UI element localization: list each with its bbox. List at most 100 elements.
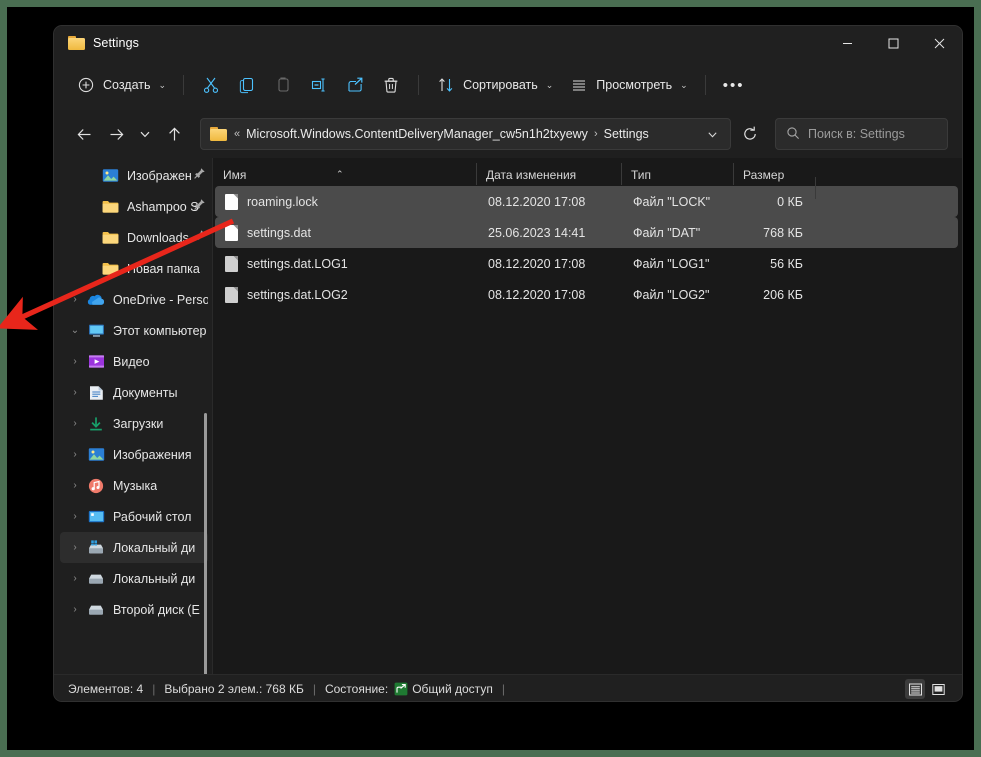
- chevron-right-icon[interactable]: ›: [64, 568, 86, 590]
- up-button[interactable]: [158, 118, 190, 150]
- sidebar-item-13[interactable]: › Локальный ди: [60, 563, 208, 594]
- column-header-modified[interactable]: Дата изменения: [476, 163, 621, 185]
- sidebar-item-7[interactable]: › Документы: [60, 377, 208, 408]
- pin-icon[interactable]: [193, 167, 206, 185]
- large-icons-view-button[interactable]: [928, 679, 948, 699]
- close-button[interactable]: [916, 26, 962, 60]
- folder-icon: [210, 127, 227, 141]
- new-button[interactable]: Создать ⌄: [68, 69, 174, 101]
- maximize-button[interactable]: [870, 26, 916, 60]
- sort-button[interactable]: Сортировать ⌄: [428, 69, 561, 101]
- share-button[interactable]: [337, 69, 373, 101]
- file-type-cell: Файл "LOCK": [633, 194, 711, 209]
- details-view-button[interactable]: [905, 679, 925, 699]
- copy-button[interactable]: [229, 69, 265, 101]
- view-button[interactable]: Просмотреть ⌄: [561, 69, 695, 101]
- list-view-icon: [569, 75, 589, 95]
- pictures-icon: [100, 166, 120, 186]
- delete-button[interactable]: [373, 69, 409, 101]
- sidebar-item-5[interactable]: ⌄ Этот компьютер: [60, 315, 208, 346]
- column-header-name[interactable]: Имя ⌃: [213, 168, 476, 182]
- pin-icon[interactable]: [193, 229, 206, 247]
- chevron-right-icon[interactable]: ›: [64, 413, 86, 435]
- toolbar-divider-3: [704, 75, 706, 95]
- drive-icon: [86, 569, 106, 589]
- trash-icon: [381, 75, 401, 95]
- file-icon: [225, 286, 238, 303]
- paste-button[interactable]: [265, 69, 301, 101]
- sidebar-item-label: Изображен: [127, 168, 192, 183]
- address-bar-actions: [700, 122, 724, 146]
- table-row[interactable]: roaming.lock 08.12.2020 17:08 Файл "LOCK" 0…: [215, 186, 958, 217]
- sort-icon: [436, 75, 456, 95]
- file-list-pane: Имя ⌃ Дата изменения Тип Размер roaming.…: [212, 158, 962, 674]
- rename-button[interactable]: [301, 69, 337, 101]
- search-input[interactable]: Поиск в: Settings: [775, 118, 948, 150]
- rename-icon: [309, 75, 329, 95]
- pictures-icon: [86, 445, 106, 465]
- chevron-down-icon[interactable]: ⌄: [64, 320, 86, 342]
- toolbar-divider-2: [418, 75, 420, 95]
- sidebar-item-0[interactable]: Изображен: [60, 160, 208, 191]
- window-title: Settings: [93, 36, 139, 50]
- sidebar-item-label: Локальный ди: [113, 571, 196, 586]
- table-row[interactable]: settings.dat 25.06.2023 14:41 Файл "DAT" 76…: [215, 217, 958, 248]
- address-bar[interactable]: « Microsoft.Windows.ContentDeliveryManag…: [200, 118, 731, 150]
- chevron-right-icon[interactable]: ›: [64, 599, 86, 621]
- navigation-scrollbar[interactable]: [204, 413, 207, 674]
- column-header-size[interactable]: Размер: [733, 163, 815, 185]
- file-icon: [225, 193, 238, 210]
- address-dropdown-button[interactable]: [700, 122, 724, 146]
- sidebar-item-label: Downloads: [127, 230, 189, 245]
- chevron-right-icon[interactable]: ›: [64, 382, 86, 404]
- sidebar-item-8[interactable]: › Загрузки: [60, 408, 208, 439]
- sidebar-item-10[interactable]: › Музыка: [60, 470, 208, 501]
- sidebar-item-12[interactable]: › Локальный ди: [60, 532, 208, 563]
- navigation-list: Изображен Ashampoo S Downloads Новая папка ›…: [54, 160, 212, 625]
- breadcrumb-item-settings[interactable]: Settings: [604, 127, 649, 141]
- desktop-icon: [86, 507, 106, 527]
- pin-icon[interactable]: [193, 198, 206, 216]
- column-header-type[interactable]: Тип: [621, 163, 733, 185]
- sidebar-item-2[interactable]: Downloads: [60, 222, 208, 253]
- sidebar-item-6[interactable]: › Видео: [60, 346, 208, 377]
- share-icon: [345, 75, 365, 95]
- windows-drive-icon: [86, 538, 106, 558]
- chevron-right-icon[interactable]: ›: [64, 289, 86, 311]
- cut-button[interactable]: [193, 69, 229, 101]
- chevron-right-icon[interactable]: ›: [64, 351, 86, 373]
- sidebar-item-11[interactable]: › Рабочий стол: [60, 501, 208, 532]
- folder-icon: [100, 228, 120, 248]
- more-options-button[interactable]: •••: [715, 69, 753, 101]
- sidebar-item-3[interactable]: Новая папка: [60, 253, 208, 284]
- thispc-icon: [86, 321, 106, 341]
- chevron-right-icon[interactable]: ›: [64, 537, 86, 559]
- chevron-right-icon[interactable]: ›: [64, 506, 86, 528]
- sidebar-item-9[interactable]: › Изображения: [60, 439, 208, 470]
- sidebar-item-4[interactable]: › OneDrive - Perso: [60, 284, 208, 315]
- breadcrumb-overflow[interactable]: «: [234, 128, 240, 140]
- table-row[interactable]: settings.dat.LOG2 08.12.2020 17:08 Файл "L…: [215, 279, 958, 310]
- sidebar-item-label: Новая папка: [127, 261, 200, 276]
- table-row[interactable]: settings.dat.LOG1 08.12.2020 17:08 Файл "L…: [215, 248, 958, 279]
- sidebar-item-label: Музыка: [113, 478, 158, 493]
- chevron-right-icon[interactable]: ›: [64, 444, 86, 466]
- file-size-cell: 768 КБ: [763, 225, 803, 240]
- recent-locations-button[interactable]: [132, 118, 158, 150]
- forward-button[interactable]: [100, 118, 132, 150]
- sidebar-item-14[interactable]: › Второй диск (E: [60, 594, 208, 625]
- column-headers: Имя ⌃ Дата изменения Тип Размер: [213, 158, 962, 199]
- back-button[interactable]: [68, 118, 100, 150]
- window-controls: [824, 26, 962, 60]
- sidebar-item-1[interactable]: Ashampoo S: [60, 191, 208, 222]
- state-value: Общий доступ: [412, 682, 493, 696]
- new-button-label: Создать: [103, 78, 151, 92]
- refresh-button[interactable]: [735, 119, 765, 149]
- minimize-button[interactable]: [824, 26, 870, 60]
- chevron-right-icon[interactable]: ›: [64, 475, 86, 497]
- breadcrumb-item-package[interactable]: Microsoft.Windows.ContentDeliveryManager…: [246, 127, 588, 141]
- sidebar-item-label: Изображения: [113, 447, 192, 462]
- navigation-bar: « Microsoft.Windows.ContentDeliveryManag…: [54, 110, 962, 158]
